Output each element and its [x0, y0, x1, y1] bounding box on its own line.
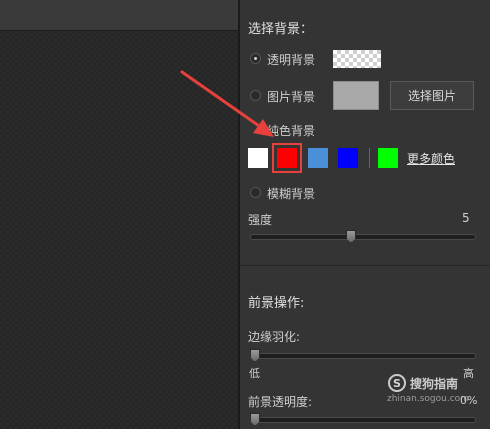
annotation-arrow-icon [180, 70, 274, 137]
